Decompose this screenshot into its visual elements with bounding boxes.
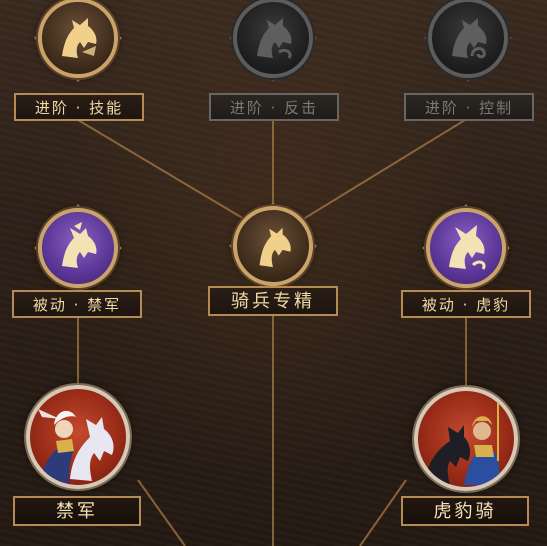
node-label: 进阶 · 控制 bbox=[404, 93, 534, 121]
node-jinjun[interactable]: 禁军 bbox=[0, 382, 160, 535]
node-passive-hubao[interactable]: 被动 · 虎豹 bbox=[387, 200, 547, 325]
armored-cavalry-portrait bbox=[414, 387, 518, 491]
horse-head-icon bbox=[428, 0, 508, 78]
tiger-horse-icon bbox=[426, 208, 506, 288]
horse-head-icon bbox=[233, 206, 313, 286]
node-label: 进阶 · 反击 bbox=[209, 93, 339, 121]
node-advance-counter[interactable]: 进阶 · 反击 bbox=[195, 0, 355, 130]
node-label: 进阶 · 技能 bbox=[14, 93, 144, 121]
horse-head-icon bbox=[233, 0, 313, 78]
node-label: 虎豹骑 bbox=[401, 496, 529, 526]
node-advance-skill[interactable]: 进阶 · 技能 bbox=[0, 0, 160, 130]
node-hubaoqi[interactable]: 虎豹骑 bbox=[387, 384, 547, 535]
node-label: 被动 · 虎豹 bbox=[401, 290, 531, 318]
skill-tree: 进阶 · 技能 进阶 · 反击 进阶 · 控制 被动 · 禁军 骑兵专精 被动 … bbox=[0, 0, 547, 546]
node-cavalry-mastery[interactable]: 骑兵专精 bbox=[193, 200, 353, 325]
armored-horse-icon bbox=[38, 208, 118, 288]
white-horse-general-portrait bbox=[26, 385, 130, 489]
node-passive-jinjun[interactable]: 被动 · 禁军 bbox=[0, 200, 160, 325]
node-advance-control[interactable]: 进阶 · 控制 bbox=[390, 0, 547, 130]
horse-head-icon bbox=[38, 0, 118, 78]
node-label: 被动 · 禁军 bbox=[12, 290, 142, 318]
node-label: 骑兵专精 bbox=[208, 286, 338, 316]
node-label: 禁军 bbox=[13, 496, 141, 526]
